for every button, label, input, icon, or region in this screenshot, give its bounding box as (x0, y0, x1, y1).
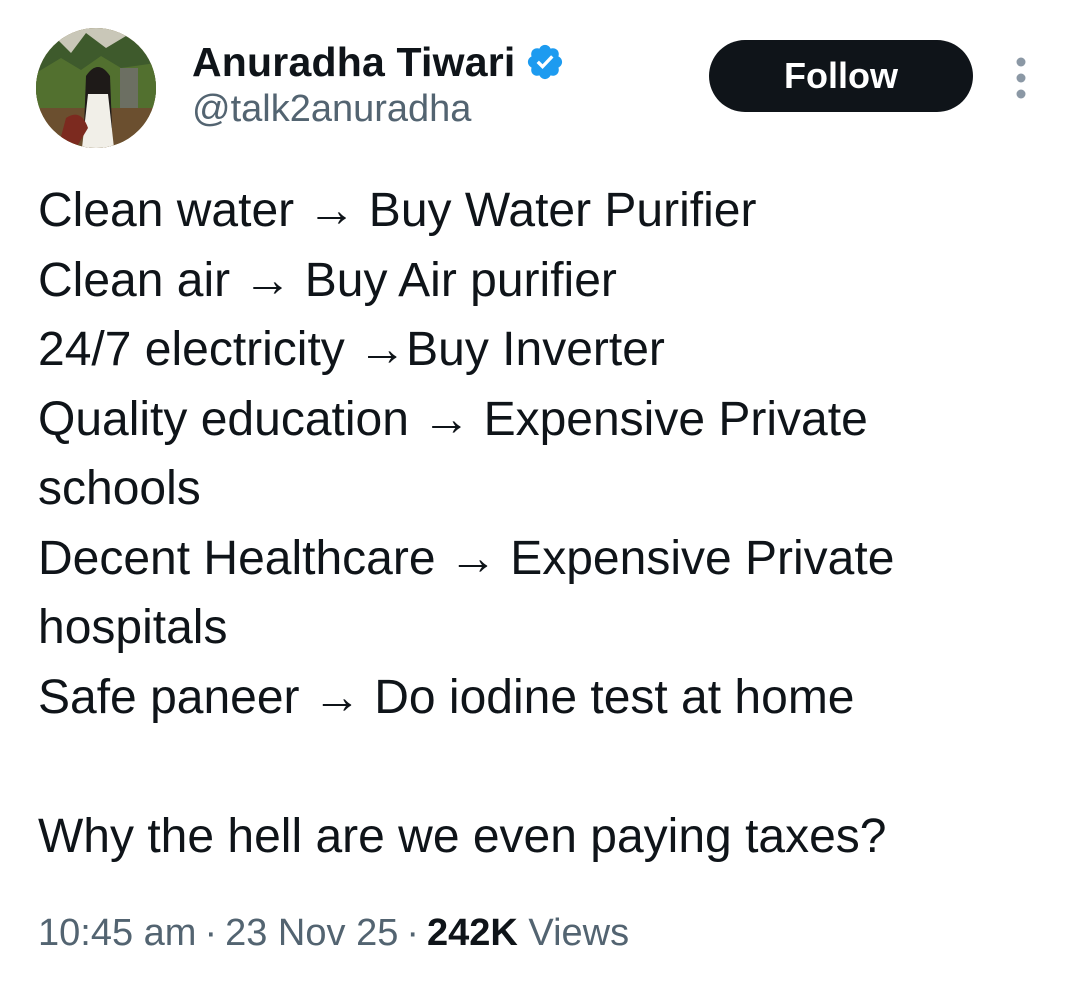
tweet-time[interactable]: 10:45 am (38, 912, 196, 954)
tweet-line: hospitals (38, 601, 228, 654)
tweet-line: Why the hell are we even paying taxes? (38, 809, 887, 863)
tweet-header: Anuradha Tiwari @talk2anuradha Follow (36, 28, 1046, 152)
tweet-line: Clean water → Buy Water Purifier (38, 184, 757, 237)
tweet-line: Quality education → Expensive Private (38, 392, 868, 446)
views-count[interactable]: 242K (427, 912, 518, 954)
follow-button[interactable]: Follow (709, 40, 973, 112)
author-info: Anuradha Tiwari @talk2anuradha (192, 38, 565, 131)
avatar-photo (36, 28, 156, 148)
more-vertical-icon[interactable] (1009, 56, 1033, 100)
display-name[interactable]: Anuradha Tiwari (192, 39, 515, 86)
author-handle[interactable]: @talk2anuradha (192, 88, 565, 131)
tweet-line: 24/7 electricity →Buy Inverter (38, 323, 665, 376)
tweet-line: schools (38, 462, 201, 515)
verified-badge-icon[interactable] (525, 42, 565, 82)
tweet-line: Safe paneer → Do iodine test at home (38, 670, 855, 724)
tweet-line: Decent Healthcare → Expensive Private (38, 531, 895, 585)
tweet-meta: 10:45 am · 23 Nov 25 · 242K Views (38, 912, 629, 955)
avatar[interactable] (36, 28, 156, 148)
views-label[interactable]: Views (528, 912, 629, 954)
tweet-line: Clean air → Buy Air purifier (38, 253, 617, 307)
display-name-row: Anuradha Tiwari (192, 38, 565, 86)
meta-separator: · (204, 912, 218, 954)
tweet-text: Clean water → Buy Water Purifier Clean a… (38, 176, 1048, 871)
meta-separator: · (406, 912, 419, 954)
tweet-card: Anuradha Tiwari @talk2anuradha Follow Cl… (0, 0, 1080, 993)
tweet-date[interactable]: 23 Nov 25 (225, 912, 398, 954)
